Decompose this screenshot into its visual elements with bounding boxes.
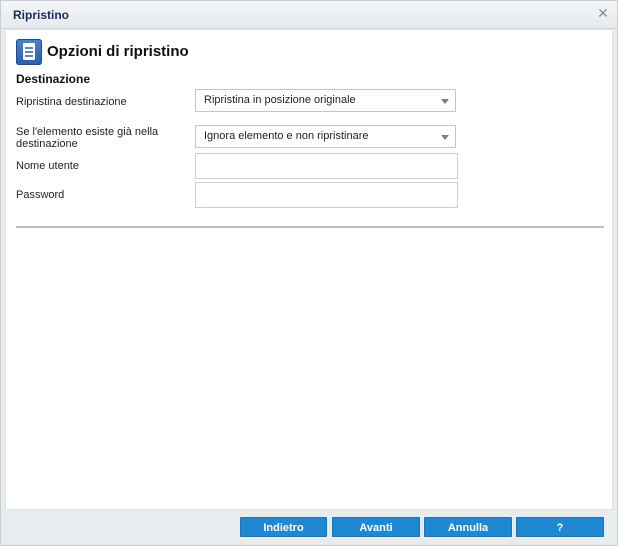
restore-dialog: Ripristino ✕ Opzioni di ripristino Desti… bbox=[0, 0, 618, 546]
if-exists-label-line2: destinazione bbox=[16, 138, 78, 150]
restore-destination-value: Ripristina in posizione originale bbox=[204, 94, 356, 106]
password-label: Password bbox=[16, 189, 65, 201]
if-exists-select[interactable]: Ignora elemento e non ripristinare bbox=[195, 125, 456, 148]
document-list-icon bbox=[16, 39, 42, 65]
page-line bbox=[25, 51, 33, 53]
page-line bbox=[25, 47, 33, 49]
username-input[interactable] bbox=[195, 153, 458, 179]
if-exists-value: Ignora elemento e non ripristinare bbox=[204, 130, 369, 142]
chevron-down-icon bbox=[441, 99, 449, 104]
password-input[interactable] bbox=[195, 182, 458, 208]
restore-destination-select[interactable]: Ripristina in posizione originale bbox=[195, 89, 456, 112]
title-bar: Ripristino ✕ bbox=[1, 1, 617, 29]
next-button[interactable]: Avanti bbox=[332, 517, 420, 537]
username-label: Nome utente bbox=[16, 160, 79, 172]
section-title: Destinazione bbox=[16, 72, 91, 86]
cancel-button[interactable]: Annulla bbox=[424, 517, 512, 537]
dialog-title: Ripristino bbox=[13, 8, 69, 22]
page-title: Opzioni di ripristino bbox=[47, 43, 189, 60]
if-exists-label-line1: Se l'elemento esiste già nella bbox=[16, 126, 159, 138]
restore-destination-label: Ripristina destinazione bbox=[16, 96, 127, 108]
page-line bbox=[25, 55, 33, 57]
back-button[interactable]: Indietro bbox=[240, 517, 327, 537]
chevron-down-icon bbox=[441, 135, 449, 140]
help-button[interactable]: ? bbox=[516, 517, 604, 537]
content-panel: Opzioni di ripristino Destinazione Ripri… bbox=[5, 29, 613, 510]
section-divider bbox=[16, 226, 604, 228]
close-icon[interactable]: ✕ bbox=[595, 5, 611, 21]
